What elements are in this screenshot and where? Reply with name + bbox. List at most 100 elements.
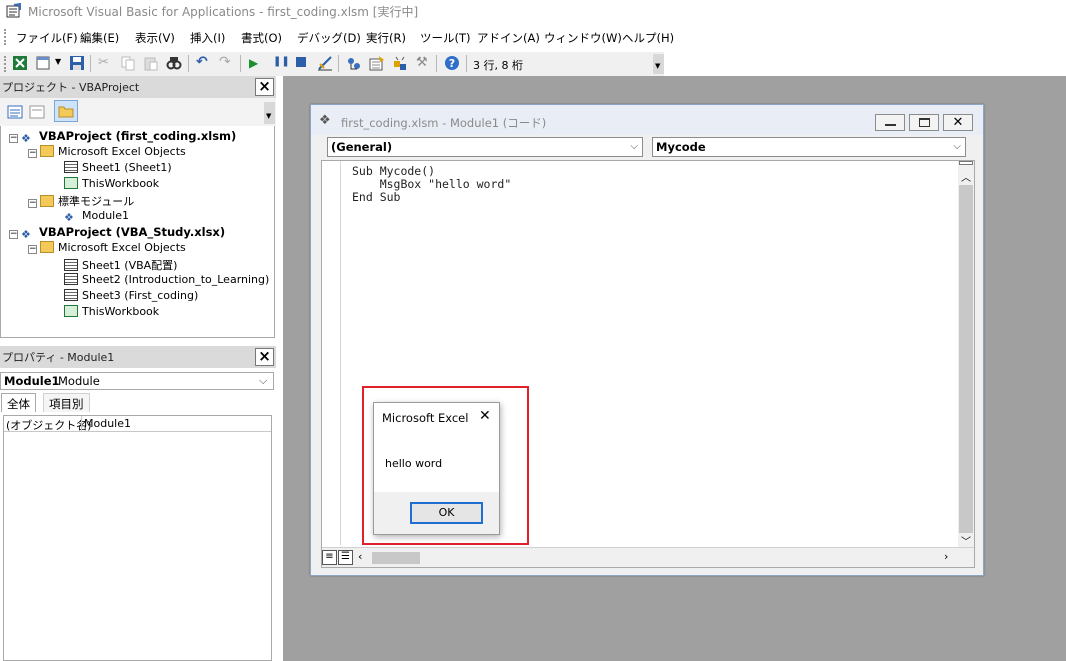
menu-window[interactable]: ウィンドウ(W) <box>544 30 622 46</box>
find-icon[interactable] <box>166 55 182 71</box>
close-project-explorer-button[interactable]: × <box>255 78 274 96</box>
properties-window-icon[interactable] <box>369 55 385 71</box>
menu-edit[interactable]: 編集(E) <box>80 30 119 46</box>
property-row[interactable]: (オブジェクト名) Module1 <box>4 416 271 432</box>
chevron-down-icon: ▼ <box>655 62 661 70</box>
tree-node-thisworkbook[interactable]: ThisWorkbook <box>64 305 159 321</box>
procedure-view-button[interactable]: ≡ <box>322 550 337 565</box>
procedure-combo[interactable]: Mycode ⌵ <box>652 137 966 157</box>
paste-icon[interactable] <box>143 55 159 71</box>
scroll-up-icon[interactable]: ︿ <box>961 169 971 184</box>
tree-node-excel-objects[interactable]: − Microsoft Excel Objects <box>28 145 186 161</box>
pause-icon[interactable]: ❚❚ <box>273 56 290 67</box>
tree-node-project-vba-study[interactable]: − ❖ VBAProject (VBA_Study.xlsx) <box>9 225 225 241</box>
tree-node-sheet3[interactable]: Sheet3 (First_coding) <box>64 289 198 305</box>
minimize-icon <box>885 124 896 126</box>
object-combo[interactable]: (General) ⌵ <box>327 137 643 157</box>
redo-icon[interactable]: ↷ <box>219 54 231 70</box>
tree-node-excel-objects[interactable]: − Microsoft Excel Objects <box>28 241 186 257</box>
ok-button[interactable]: OK <box>410 502 483 524</box>
title-bar: Microsoft Visual Basic for Applications … <box>0 0 1066 22</box>
project-explorer-title: プロジェクト - VBAProject <box>2 81 140 94</box>
project-explorer-header: プロジェクト - VBAProject × <box>0 76 276 98</box>
project-tree: − ❖ VBAProject (first_coding.xlsm) − Micros… <box>0 126 275 338</box>
menu-view[interactable]: 表示(V) <box>135 30 175 46</box>
tree-node-sheet1-vba[interactable]: Sheet1 (VBA配置) <box>64 257 177 273</box>
code-line-2[interactable]: MsgBox "hello word" <box>352 177 512 191</box>
tree-node-module1[interactable]: ❖ Module1 <box>64 209 129 225</box>
undo-icon[interactable]: ↶ <box>196 54 208 70</box>
copy-icon[interactable] <box>120 55 136 71</box>
toggle-folders-button[interactable] <box>54 100 78 122</box>
collapse-icon[interactable]: − <box>28 245 37 254</box>
project-toolbar-overflow[interactable]: ▼ <box>264 102 275 124</box>
view-object-icon[interactable] <box>29 104 45 120</box>
insert-form-icon[interactable] <box>36 55 52 71</box>
object-browser-icon[interactable] <box>392 55 408 71</box>
workbook-icon <box>64 305 78 317</box>
full-module-view-button[interactable]: ☰ <box>338 550 353 565</box>
menu-bar: ファイル(F) 編集(E) 表示(V) 挿入(I) 書式(O) デバッグ(D) … <box>0 26 1066 48</box>
vertical-scrollbar[interactable]: ︿ ﹀ <box>958 161 974 548</box>
collapse-icon[interactable]: − <box>9 230 18 239</box>
restore-button[interactable] <box>909 114 939 131</box>
vbaproject-icon: ❖ <box>21 228 31 241</box>
chevron-down-icon: ▼ <box>266 112 272 120</box>
menu-insert[interactable]: 挿入(I) <box>190 30 225 46</box>
object-name: Module1 <box>4 374 60 388</box>
tab-categorized[interactable]: 項目別 <box>43 393 90 412</box>
scroll-right-icon[interactable]: › <box>944 550 948 563</box>
standard-toolbar: ▼ ✂ ↶ ↷ ▶ ❚❚ ⚒ ? 3 行, 8 桁 ▼ <box>0 52 664 76</box>
collapse-icon[interactable]: − <box>28 149 37 158</box>
close-button[interactable]: ✕ <box>943 114 973 131</box>
cursor-position: 3 行, 8 桁 <box>473 59 523 72</box>
menu-debug[interactable]: デバッグ(D) <box>297 30 361 46</box>
minimize-button[interactable] <box>875 114 905 131</box>
margin-indicator-bar <box>340 161 341 545</box>
menubar-grip[interactable] <box>4 29 6 45</box>
code-line-1[interactable]: Sub Mycode() <box>352 164 435 178</box>
scroll-down-icon[interactable]: ﹀ <box>961 533 971 548</box>
tab-alphabetic[interactable]: 全体 <box>1 393 36 412</box>
toolbox-icon[interactable]: ⚒ <box>416 55 428 70</box>
scroll-left-icon[interactable]: ‹ <box>358 550 362 563</box>
menu-tools[interactable]: ツール(T) <box>420 30 471 46</box>
close-icon[interactable]: ✕ <box>479 408 491 424</box>
sheet-icon <box>64 161 78 173</box>
project-explorer-icon[interactable] <box>346 55 362 71</box>
menu-addins[interactable]: アドイン(A) <box>477 30 540 46</box>
properties-object-select[interactable]: Module1 Module ⌵ <box>0 372 274 390</box>
toolbar-overflow[interactable]: ▼ <box>653 54 664 74</box>
cut-icon[interactable]: ✂ <box>98 55 109 70</box>
toolbar-separator <box>90 55 91 72</box>
code-window-titlebar[interactable]: ❖ first_coding.xlsm - Module1 (コード) ✕ <box>311 105 983 135</box>
collapse-icon[interactable]: − <box>28 199 37 208</box>
tree-node-thisworkbook[interactable]: ThisWorkbook <box>64 177 159 193</box>
chevron-down-icon: ⌵ <box>259 374 268 387</box>
tree-node-standard-modules[interactable]: − 標準モジュール <box>28 193 134 209</box>
collapse-icon[interactable]: − <box>9 134 18 143</box>
menu-help[interactable]: ヘルプ(H) <box>622 30 674 46</box>
reset-icon[interactable] <box>296 57 306 67</box>
scroll-thumb[interactable] <box>959 185 973 533</box>
code-line-3[interactable]: End Sub <box>352 190 400 204</box>
menu-run[interactable]: 実行(R) <box>366 30 406 46</box>
tree-node-project-first-coding[interactable]: − ❖ VBAProject (first_coding.xlsm) <box>9 129 236 145</box>
menu-format[interactable]: 書式(O) <box>241 30 282 46</box>
toolbar-grip[interactable] <box>4 56 6 72</box>
module-icon: ❖ <box>64 211 74 224</box>
help-icon[interactable]: ? <box>444 55 460 71</box>
design-mode-icon[interactable] <box>317 55 333 71</box>
message-box: Microsoft Excel ✕ hello word OK <box>373 402 500 535</box>
save-icon[interactable] <box>69 55 85 71</box>
view-code-icon[interactable] <box>7 104 23 120</box>
run-icon[interactable]: ▶ <box>249 56 258 70</box>
tree-node-sheet2[interactable]: Sheet2 (Introduction_to_Learning) <box>64 273 269 289</box>
horizontal-scroll-thumb[interactable] <box>372 552 420 564</box>
chevron-down-icon[interactable]: ▼ <box>55 57 61 66</box>
excel-icon[interactable] <box>12 55 28 71</box>
split-bar[interactable] <box>959 161 973 165</box>
tree-node-sheet1[interactable]: Sheet1 (Sheet1) <box>64 161 172 177</box>
menu-file[interactable]: ファイル(F) <box>16 30 78 46</box>
close-properties-button[interactable]: × <box>255 348 274 366</box>
